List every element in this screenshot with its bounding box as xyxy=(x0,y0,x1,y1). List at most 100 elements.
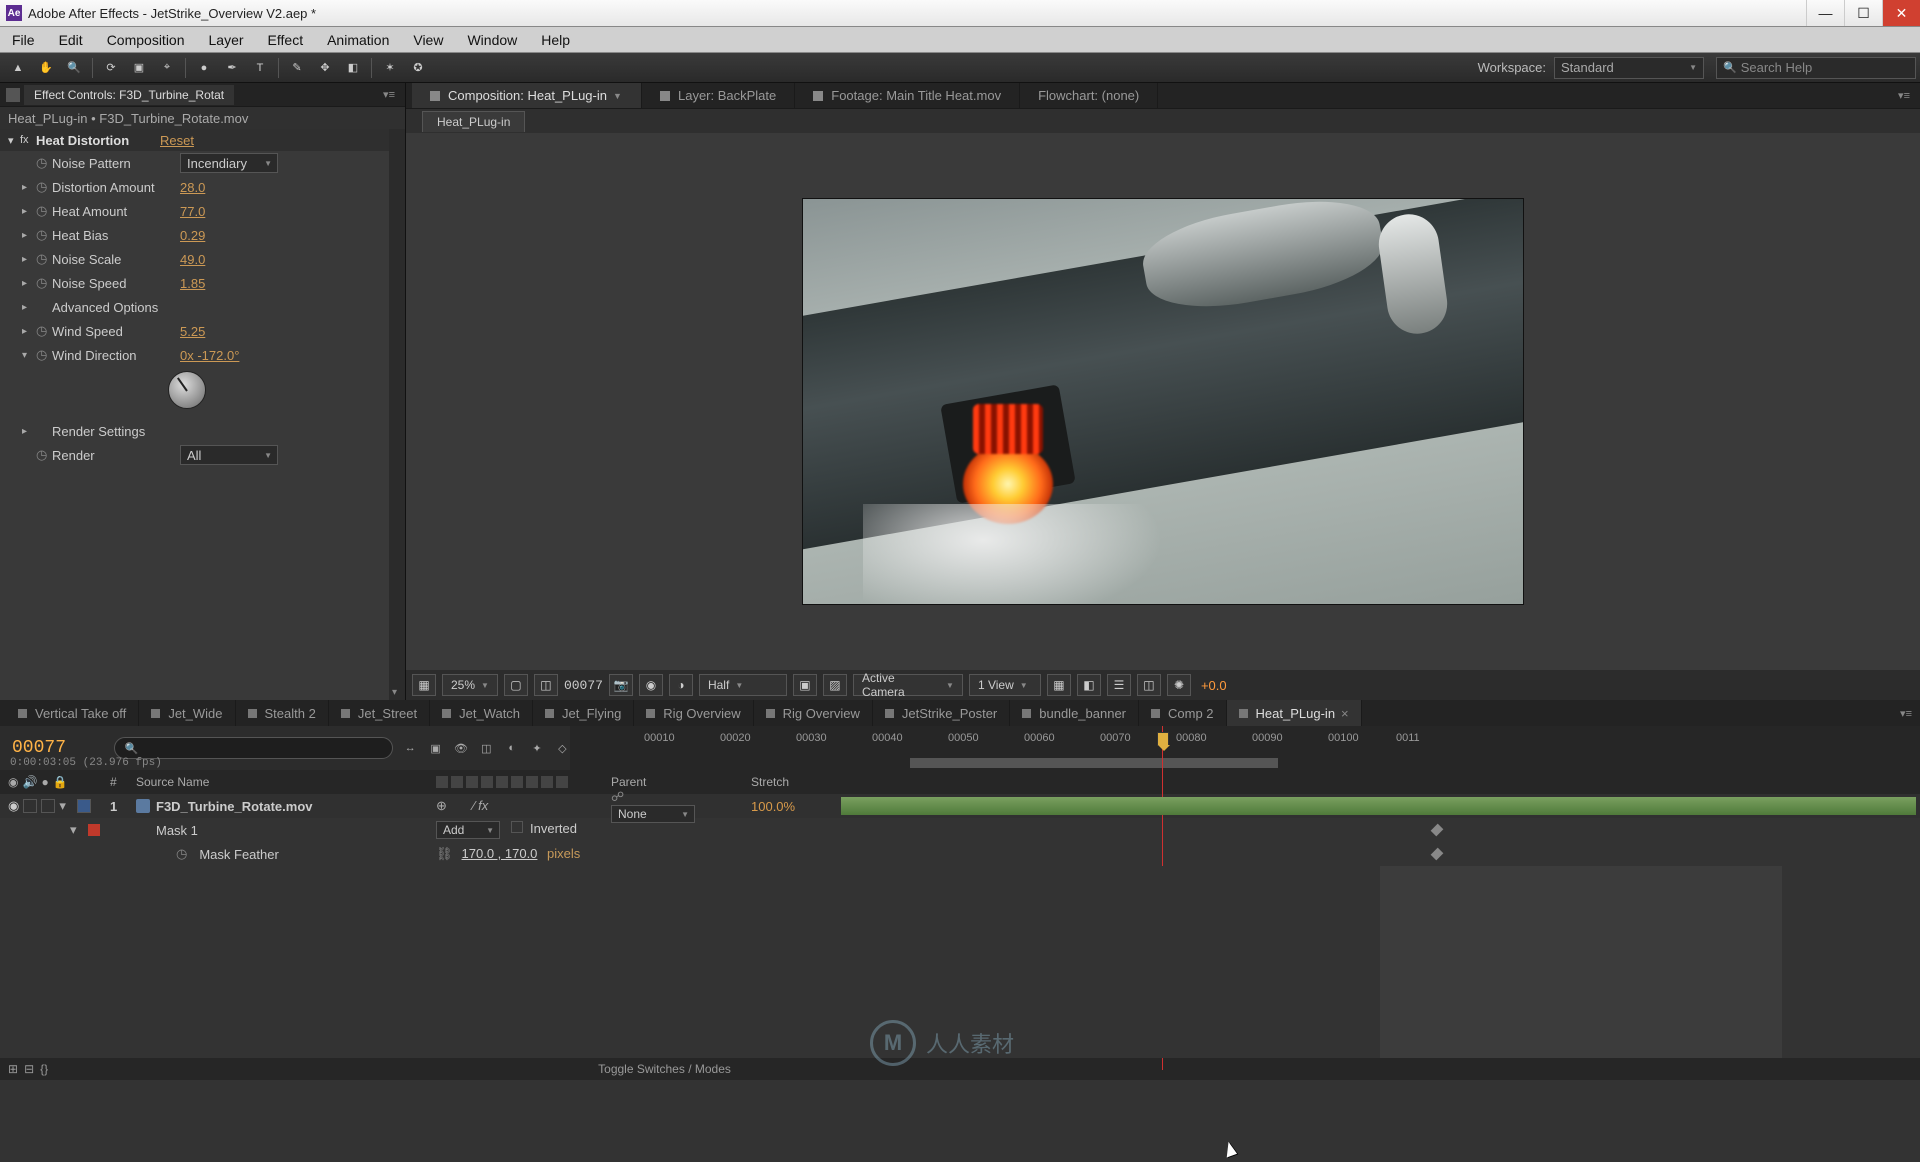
selection-tool-icon[interactable]: ▲ xyxy=(5,56,31,80)
snapshot-icon[interactable]: 📷 xyxy=(609,674,633,696)
distortion-amount-value[interactable]: 28.0 xyxy=(180,180,205,195)
timeline-tab[interactable]: JetStrike_Poster xyxy=(873,700,1010,726)
stopwatch-icon[interactable]: ◷ xyxy=(36,203,52,219)
twirl-icon[interactable]: ▸ xyxy=(22,182,36,193)
timeline-search[interactable] xyxy=(114,737,393,759)
panel-menu-icon[interactable]: ▾≡ xyxy=(383,88,405,101)
auto-kf-icon[interactable]: ◇ xyxy=(555,737,570,759)
shape-tool-icon[interactable]: ● xyxy=(191,56,217,80)
grid-icon[interactable]: ▦ xyxy=(412,674,436,696)
panel-menu-icon[interactable]: ▾≡ xyxy=(1900,707,1920,720)
time-ruler[interactable]: 00010 00020 00030 00040 00050 00060 0007… xyxy=(570,726,1920,770)
pixel-aspect-icon[interactable]: ▦ xyxy=(1047,674,1071,696)
current-frame[interactable]: 00077 xyxy=(12,738,66,758)
menu-help[interactable]: Help xyxy=(529,27,582,52)
composition-viewer[interactable] xyxy=(406,133,1920,670)
fast-preview-icon[interactable]: ◧ xyxy=(1077,674,1101,696)
camera-dropdown[interactable]: Active Camera xyxy=(853,674,963,696)
pen-tool-icon[interactable]: ✒ xyxy=(219,56,245,80)
stopwatch-icon[interactable]: ◷ xyxy=(36,275,52,291)
tab-footage[interactable]: Footage: Main Title Heat.mov xyxy=(795,83,1020,108)
stopwatch-icon[interactable]: ◷ xyxy=(36,227,52,243)
resolution-dropdown[interactable]: Half xyxy=(699,674,787,696)
mask-row[interactable]: ▾ Mask 1 AddInverted xyxy=(0,818,1920,842)
toggle-switches-icon[interactable]: ⊞ xyxy=(8,1062,18,1076)
roto-tool-icon[interactable]: ✶ xyxy=(377,56,403,80)
puppet-tool-icon[interactable]: ✪ xyxy=(405,56,431,80)
minimize-button[interactable]: — xyxy=(1806,0,1844,26)
timeline-tab[interactable]: bundle_banner xyxy=(1010,700,1139,726)
rotation-tool-icon[interactable]: ⟳ xyxy=(98,56,124,80)
layer-twirl-icon[interactable]: ▾ xyxy=(59,798,73,814)
transparency-icon[interactable]: ▨ xyxy=(823,674,847,696)
timeline-icon[interactable]: ☰ xyxy=(1107,674,1131,696)
brush-tool-icon[interactable]: ✎ xyxy=(284,56,310,80)
stopwatch-icon[interactable]: ◷ xyxy=(36,155,52,171)
hand-tool-icon[interactable]: ✋ xyxy=(33,56,59,80)
exposure-value[interactable]: +0.0 xyxy=(1201,678,1227,693)
menu-edit[interactable]: Edit xyxy=(47,27,95,52)
timeline-tab[interactable]: Stealth 2 xyxy=(236,700,329,726)
toggle-switches-modes[interactable]: Toggle Switches / Modes xyxy=(598,1062,731,1076)
keyframe-icon[interactable] xyxy=(1431,824,1444,837)
mask-mode-dropdown[interactable]: Add xyxy=(436,821,500,839)
close-button[interactable]: ✕ xyxy=(1882,0,1920,26)
heat-bias-value[interactable]: 0.29 xyxy=(180,228,205,243)
layer-row[interactable]: ◉▾ 1 F3D_Turbine_Rotate.mov ⊕⁄fx ☍None 1… xyxy=(0,794,1920,818)
zoom-tool-icon[interactable]: 🔍 xyxy=(61,56,87,80)
color-icon[interactable]: ◑ xyxy=(669,674,693,696)
parent-dropdown[interactable]: None xyxy=(611,805,695,823)
tab-layer[interactable]: Layer: BackPlate xyxy=(642,83,795,108)
fx-icon[interactable]: fx xyxy=(20,134,36,146)
twirl-down-icon[interactable]: ▾ xyxy=(8,134,20,147)
stopwatch-icon[interactable]: ◷ xyxy=(36,447,52,463)
safe-zones-icon[interactable]: ▢ xyxy=(504,674,528,696)
menu-composition[interactable]: Composition xyxy=(95,27,197,52)
channel-icon[interactable]: ◉ xyxy=(639,674,663,696)
angle-dial[interactable] xyxy=(168,371,206,409)
timeline-tab[interactable]: Jet_Wide xyxy=(139,700,235,726)
inverted-checkbox[interactable] xyxy=(511,821,523,833)
pan-behind-tool-icon[interactable]: ⌖ xyxy=(154,56,180,80)
menu-layer[interactable]: Layer xyxy=(197,27,256,52)
keyframe-icon[interactable] xyxy=(1431,848,1444,861)
toggle-switches-icon[interactable]: {} xyxy=(40,1062,48,1076)
menu-file[interactable]: File xyxy=(0,27,47,52)
mask-twirl-icon[interactable]: ▾ xyxy=(70,822,84,838)
motion-blur-icon[interactable]: ◐ xyxy=(504,737,519,759)
layer-duration-bar[interactable] xyxy=(841,797,1916,815)
timeline-tab[interactable]: Jet_Watch xyxy=(430,700,533,726)
workspace-dropdown[interactable]: Standard xyxy=(1554,57,1704,79)
clone-tool-icon[interactable]: ✥ xyxy=(312,56,338,80)
layer-color-swatch[interactable] xyxy=(77,799,91,813)
stopwatch-icon[interactable]: ◷ xyxy=(36,347,52,363)
param-render-settings[interactable]: Render Settings xyxy=(52,424,180,439)
timeline-tab[interactable]: Rig Overview xyxy=(634,700,753,726)
eraser-tool-icon[interactable]: ◧ xyxy=(340,56,366,80)
comp-mini-icon[interactable]: ▣ xyxy=(428,737,443,759)
camera-tool-icon[interactable]: ▣ xyxy=(126,56,152,80)
maximize-button[interactable]: ☐ xyxy=(1844,0,1882,26)
roi-icon[interactable]: ▣ xyxy=(793,674,817,696)
tab-composition[interactable]: Composition: Heat_PLug-in▼ xyxy=(412,83,642,108)
timeline-tab[interactable]: Jet_Street xyxy=(329,700,430,726)
effect-controls-tab[interactable]: Effect Controls: F3D_Turbine_Rotat xyxy=(24,85,234,105)
mask-feather-value[interactable]: 170.0 , 170.0 xyxy=(462,846,538,862)
link-icon[interactable]: ⛓ xyxy=(436,846,453,862)
timeline-tab-active[interactable]: Heat_PLug-in× xyxy=(1227,700,1362,726)
text-tool-icon[interactable]: T xyxy=(247,56,273,80)
graph-editor-icon[interactable]: ↔ xyxy=(403,737,418,759)
col-stretch-header[interactable]: Stretch xyxy=(751,775,841,789)
comp-flowchart-icon[interactable]: ◫ xyxy=(1137,674,1161,696)
chevron-down-icon[interactable]: ▼ xyxy=(613,91,623,101)
stretch-value[interactable]: 100.0% xyxy=(751,799,795,814)
wind-direction-value[interactable]: 0x -172.0° xyxy=(180,348,239,363)
wind-speed-value[interactable]: 5.25 xyxy=(180,324,205,339)
solo-toggle[interactable] xyxy=(23,799,37,813)
menu-effect[interactable]: Effect xyxy=(256,27,316,52)
col-parent-header[interactable]: Parent xyxy=(611,775,751,789)
work-area-bar[interactable] xyxy=(910,758,1278,768)
panel-menu-icon[interactable]: ▾≡ xyxy=(1898,89,1920,102)
render-dropdown[interactable]: All xyxy=(180,445,278,465)
noise-pattern-dropdown[interactable]: Incendiary xyxy=(180,153,278,173)
